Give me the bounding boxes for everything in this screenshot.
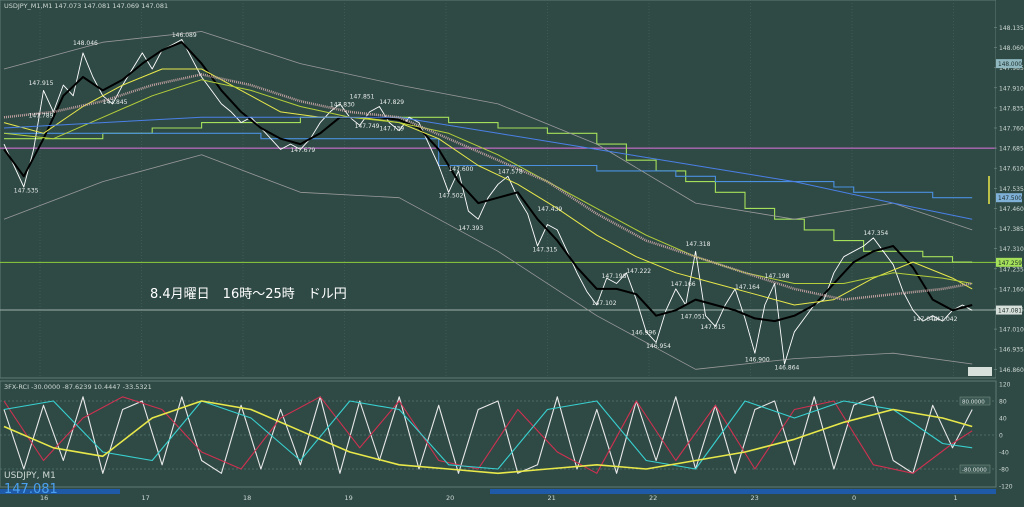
symbol-label: USDJPY, M1 <box>4 471 56 481</box>
y-tick-label: 147.460 <box>999 206 1024 213</box>
indicator-pane-frame <box>0 380 997 488</box>
price-label: 147.502 <box>439 193 464 200</box>
price-badge-text: 147.259 <box>998 261 1022 267</box>
price-label: 147.015 <box>700 324 725 331</box>
price-label: 147.439 <box>537 206 562 213</box>
price-label: 146.864 <box>775 364 800 371</box>
main-header-text: USDJPY_M1,M1 147.073 147.081 147.069 147… <box>4 2 168 10</box>
y-tick-label: 147.310 <box>999 246 1024 253</box>
price-label: 147.915 <box>29 80 54 87</box>
price-label: 147.789 <box>29 112 54 119</box>
indicator-y-tick-label: 40 <box>999 416 1007 423</box>
y-tick-label: 147.535 <box>999 186 1024 193</box>
price-label: 146.900 <box>745 356 770 363</box>
indicator-y-tick-label: -120 <box>999 484 1013 491</box>
indicator-y-tick-label: 0 <box>999 433 1003 440</box>
x-tick-label: 1 <box>954 494 958 502</box>
main-plot-frame <box>0 0 997 379</box>
session-bar-right <box>490 489 996 494</box>
x-tick-label: 23 <box>751 494 759 502</box>
price-label: 146.996 <box>631 329 656 336</box>
price-label: 147.198 <box>765 273 790 280</box>
y-tick-label: 148.060 <box>999 45 1024 52</box>
price-label: 147.749 <box>355 123 380 130</box>
price-label: 147.354 <box>863 230 888 237</box>
x-tick-label: 17 <box>142 494 150 502</box>
price-label: 147.679 <box>290 147 315 154</box>
price-label: 148.046 <box>73 40 98 47</box>
indicator-badge-text: 80.0000 <box>962 399 985 405</box>
price-label: 147.102 <box>592 300 617 307</box>
last-price-label: 147.081 <box>4 482 58 497</box>
price-label: 147.830 <box>330 102 355 109</box>
price-label: 146.954 <box>646 343 671 350</box>
price-label: 147.222 <box>626 268 651 275</box>
indicator-y-tick-label: -40 <box>999 450 1009 457</box>
price-label: 147.393 <box>458 225 483 232</box>
price-label: 147.845 <box>103 99 128 106</box>
price-badge-text: 147.081 <box>998 309 1022 315</box>
y-tick-label: 146.860 <box>999 367 1024 374</box>
y-tick-label: 147.760 <box>999 125 1024 132</box>
price-label: 147.166 <box>671 281 696 288</box>
price-label: 147.051 <box>681 313 706 320</box>
w-pp-badge <box>968 367 992 376</box>
price-label: 147.315 <box>532 246 557 253</box>
price-label: 147.198 <box>602 273 627 280</box>
x-tick-label: 0 <box>852 494 856 502</box>
indicator-y-tick-label: 80 <box>999 399 1007 406</box>
y-tick-label: 147.910 <box>999 85 1024 92</box>
y-tick-label: 147.235 <box>999 266 1024 273</box>
x-tick-label: 20 <box>446 494 454 502</box>
x-tick-label: 22 <box>649 494 657 502</box>
chart-window: 146.089 148.046 147.915 147.789 147.845 147.5… <box>0 0 1024 503</box>
indicator-y-tick-label: -80 <box>999 467 1009 474</box>
y-tick-label: 147.610 <box>999 166 1024 173</box>
y-tick-label: 146.935 <box>999 347 1024 354</box>
y-tick-label: 148.135 <box>999 25 1024 32</box>
y-tick-label: 147.385 <box>999 226 1024 233</box>
y-tick-label: 147.835 <box>999 105 1024 112</box>
x-tick-label: 19 <box>345 494 353 502</box>
price-badge-text: 147.500 <box>998 196 1022 202</box>
price-label: 146.089 <box>172 32 197 39</box>
y-tick-label: 147.160 <box>999 286 1024 293</box>
x-tick-label: 18 <box>243 494 251 502</box>
y-tick-label: 147.685 <box>999 146 1024 153</box>
price-label: 147.851 <box>350 93 375 100</box>
price-label: 147.318 <box>686 241 711 248</box>
price-label: 147.042 <box>933 316 958 323</box>
price-label: 147.164 <box>735 284 760 291</box>
annotation-text: 8.4月曜日 16時～25時 ドル円 <box>150 287 347 302</box>
price-badge-text: 148.000 <box>998 62 1022 68</box>
price-label: 147.535 <box>14 187 39 194</box>
chart-canvas: 146.089 148.046 147.915 147.789 147.845 147.5… <box>0 0 1024 503</box>
y-tick-label: 147.010 <box>999 327 1024 334</box>
price-label: 147.829 <box>379 99 404 106</box>
price-label: 147.578 <box>498 169 523 176</box>
price-label: 147.739 <box>379 126 404 133</box>
indicator-header-text: 3FX-RCI -30.0000 -87.6239 10.4447 -33.53… <box>4 383 152 391</box>
indicator-y-tick-label: 120 <box>999 382 1011 389</box>
x-tick-label: 21 <box>548 494 556 502</box>
price-label: 147.600 <box>448 166 473 173</box>
indicator-badge-text: -80.0000 <box>962 467 987 473</box>
